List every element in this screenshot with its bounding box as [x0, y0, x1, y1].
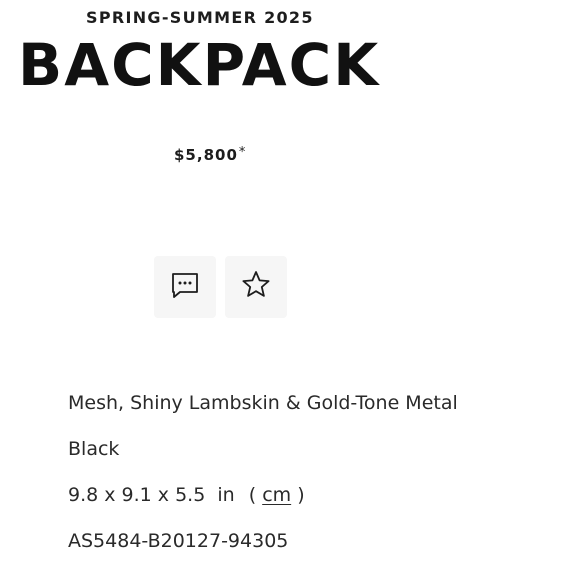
price-note: * — [238, 145, 247, 160]
contact-button[interactable] — [154, 256, 216, 318]
collection-label: SPRING-SUMMER 2025 — [86, 8, 314, 27]
unit-close-paren: ) — [297, 484, 305, 506]
chat-icon — [168, 268, 202, 306]
product-detail-panel: SPRING-SUMMER 2025 BACKPACK $5,800* Mesh… — [0, 0, 580, 580]
dimensions-spec: 9.8 x 9.1 x 5.5 in ( cm ) — [68, 484, 305, 506]
unit-cm-toggle[interactable]: cm — [262, 484, 291, 506]
product-title: BACKPACK — [18, 31, 381, 99]
material-spec: Mesh, Shiny Lambskin & Gold-Tone Metal — [68, 392, 458, 414]
unit-open-paren: ( — [248, 484, 257, 506]
color-spec: Black — [68, 438, 120, 460]
reference-number: AS5484-B20127-94305 — [68, 530, 289, 552]
price: $5,800* — [174, 145, 246, 164]
price-value: $5,800 — [174, 146, 238, 164]
wishlist-button[interactable] — [225, 256, 287, 318]
unit-inches: in — [217, 484, 235, 506]
dimensions-value: 9.8 x 9.1 x 5.5 — [68, 484, 206, 506]
star-icon — [239, 268, 273, 306]
